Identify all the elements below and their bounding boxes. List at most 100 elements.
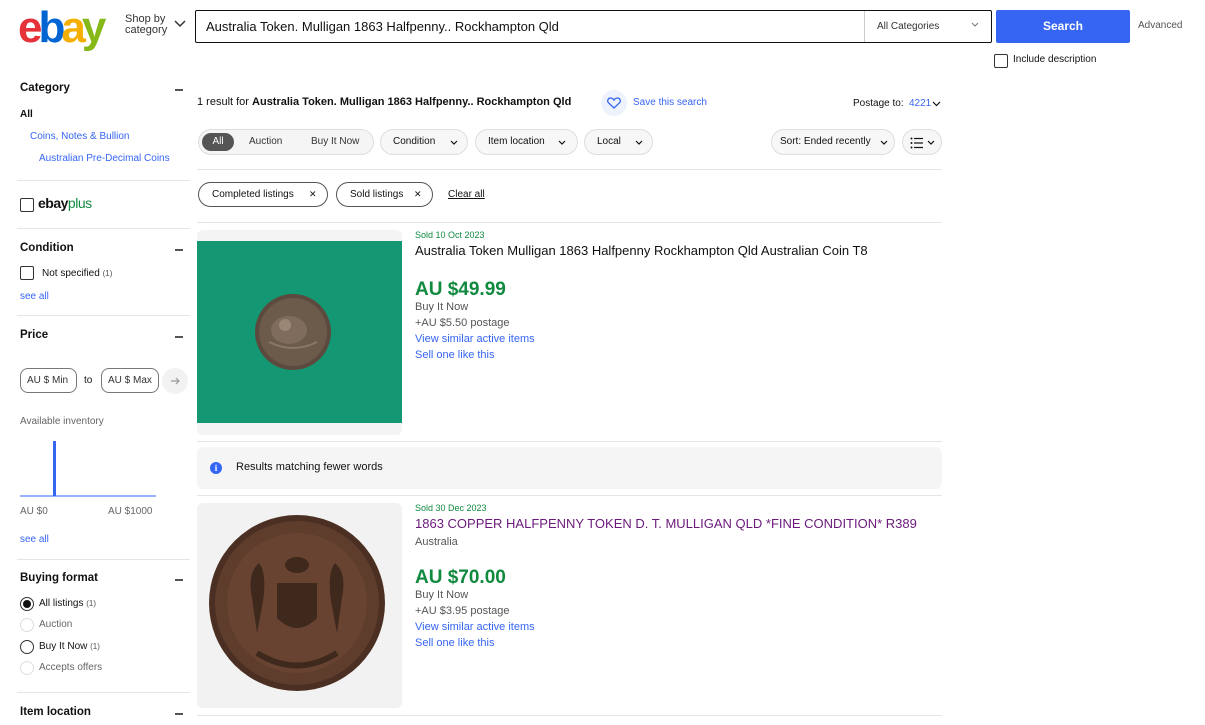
sell-one-like-this-link[interactable]: Sell one like this [415,349,495,361]
sold-date: Sold 30 Dec 2023 [415,503,487,513]
arrow-right-icon [171,377,180,385]
ebay-logo[interactable]: ebay [18,3,106,52]
chip-label: Completed listings [212,189,294,200]
chip-sold-listings[interactable]: Sold listings ✕ [336,182,433,207]
segment-auction[interactable]: Auction [249,130,282,154]
condition-option: Not specified [42,268,100,279]
view-similar-link[interactable]: View similar active items [415,621,535,633]
available-inventory-label: Available inventory [20,416,104,427]
fewer-words-text: Results matching fewer words [236,461,383,473]
logo-letter-e: e [18,3,43,52]
coin-photo [197,230,402,435]
chevron-down-icon[interactable] [174,20,186,28]
buying-format-option: Buy It Now [39,641,88,652]
item-location-heading: Item location [20,706,91,718]
price-max-input[interactable]: AU $ Max [101,368,159,393]
ebayplus-logo: ebayplus [38,195,92,211]
condition-not-specified-label: Not specified (1) [42,268,112,279]
range-min-label: AU $0 [20,506,48,517]
postage-to-value[interactable]: 4221 [909,98,931,109]
price-see-all-link[interactable]: see all [20,534,49,545]
buying-format-offers-radio[interactable] [20,661,34,675]
condition-see-all-link[interactable]: see all [20,291,49,302]
segment-all[interactable]: All [202,133,234,151]
filter-local-button[interactable]: Local [584,129,653,155]
save-search-button[interactable] [601,90,627,116]
item-postage: +AU $3.95 postage [415,605,510,617]
condition-heading: Condition [20,242,74,254]
item-image[interactable] [197,503,402,708]
item-format: Buy It Now [415,589,469,601]
filter-item-location-button[interactable]: Item location [475,129,578,155]
category-coins-notes-bullion[interactable]: Coins, Notes & Bullion [30,131,130,142]
buying-format-auction-radio[interactable] [20,618,34,632]
divider [17,559,190,560]
buying-format-bin-radio[interactable] [20,640,34,654]
item-format: Buy It Now [415,301,469,313]
price-min-input[interactable]: AU $ Min [20,368,77,393]
sort-button[interactable]: Sort: Ended recently [771,129,895,155]
chevron-down-icon [450,140,458,145]
shop-by-category-button[interactable]: Shop by category [125,14,167,36]
collapse-icon[interactable] [175,336,183,338]
filter-local-label: Local [597,136,621,147]
chevron-down-icon [635,140,643,145]
advanced-search-link[interactable]: Advanced [1138,20,1182,31]
divider [17,692,190,693]
ebayplus-checkbox[interactable] [20,198,34,212]
chevron-down-icon[interactable] [932,101,941,107]
category-australian-predecimal-coins[interactable]: Australian Pre-Decimal Coins [39,153,170,164]
divider [197,169,942,170]
ebayplus-logo-plus: plus [67,195,92,211]
buying-format-option: All listings [39,598,84,609]
include-description-checkbox[interactable] [994,54,1008,68]
price-submit-button[interactable] [162,368,188,394]
sort-label: Sort: Ended recently [780,136,871,147]
buying-format-count: (1) [90,642,100,651]
divider [17,180,190,181]
buying-format-all-radio[interactable] [20,597,34,611]
logo-letter-a: a [61,3,86,52]
collapse-icon[interactable] [175,249,183,251]
category-select[interactable]: All Categories [864,11,991,42]
results-count: 1 result for Australia Token. Mulligan 1… [197,96,571,108]
item-title-link[interactable]: Australia Token Mulligan 1863 Halfpenny … [415,243,868,258]
shop-by-line2: category [125,24,168,36]
buying-format-heading: Buying format [20,572,98,584]
collapse-icon[interactable] [175,579,183,581]
chevron-down-icon [558,140,566,145]
close-icon[interactable]: ✕ [309,183,317,206]
postage-to-label: Postage to: [853,98,904,109]
buying-format-count: (1) [86,599,97,608]
list-view-icon [910,137,935,149]
item-image[interactable] [197,230,402,435]
histogram-bar [53,441,56,496]
condition-not-specified-checkbox[interactable] [20,266,34,280]
collapse-icon[interactable] [175,89,183,91]
item-title-link[interactable]: 1863 COPPER HALFPENNY TOKEN D. T. MULLIG… [415,516,917,531]
clear-all-link[interactable]: Clear all [448,189,485,200]
close-icon[interactable]: ✕ [414,183,422,206]
sell-one-like-this-link[interactable]: Sell one like this [415,637,495,649]
collapse-icon[interactable] [175,713,183,715]
save-search-link[interactable]: Save this search [633,97,707,108]
chevron-down-icon [971,22,979,27]
divider [17,228,190,229]
chip-completed-listings[interactable]: Completed listings ✕ [198,182,328,207]
view-toggle-button[interactable] [902,129,942,155]
search-button[interactable]: Search [996,10,1130,43]
filter-condition-label: Condition [393,136,436,147]
chip-label: Sold listings [350,189,404,200]
listing-type-segmented-control: All Auction Buy It Now [198,129,374,155]
results-query: Australia Token. Mulligan 1863 Halfpenny… [252,96,572,108]
category-select-value: All Categories [877,21,940,32]
view-similar-link[interactable]: View similar active items [415,333,535,345]
include-description-label: Include description [1013,54,1097,65]
segment-buy-it-now[interactable]: Buy It Now [311,130,359,154]
filter-condition-button[interactable]: Condition [380,129,468,155]
item-price: AU $70.00 [415,567,506,588]
search-input[interactable] [206,11,846,42]
category-heading: Category [20,82,70,94]
item-subtitle: Australia [415,536,458,548]
inventory-histogram [20,441,156,497]
